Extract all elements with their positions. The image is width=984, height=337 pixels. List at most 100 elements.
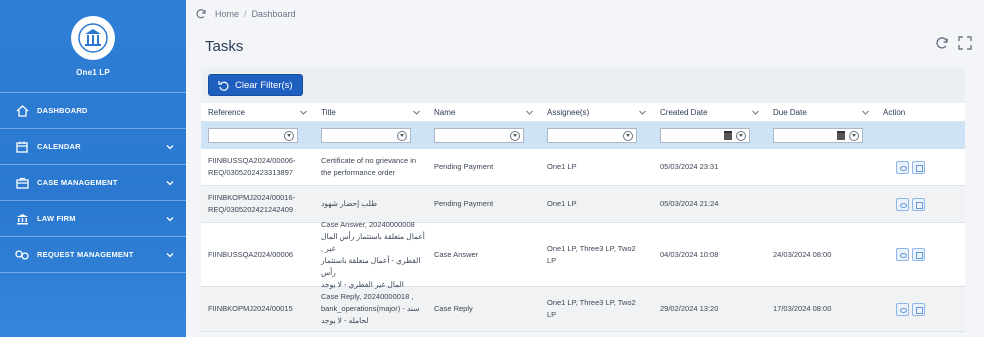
edit-icon[interactable] <box>912 248 925 261</box>
cell-due-date: 17/03/2024 08:00 <box>773 304 832 313</box>
column-header-title[interactable]: Title <box>314 108 427 117</box>
table-row[interactable]: FIINBKOPMJ2024/00015 Case Reply, 2024000… <box>201 287 965 332</box>
filter-menu-icon[interactable] <box>736 131 746 141</box>
breadcrumb-current: Dashboard <box>251 9 296 19</box>
chevron-down-icon <box>166 252 174 257</box>
column-header-reference[interactable]: Reference <box>201 108 314 117</box>
chevron-down-icon <box>526 110 533 115</box>
justice-logo-icon <box>78 22 108 53</box>
table-row[interactable]: FIINBUSSQA2024/00006- REQ/030520242331389… <box>201 149 965 186</box>
breadcrumb-home[interactable]: Home <box>215 9 239 19</box>
refresh-icon[interactable] <box>935 36 949 50</box>
main-content: Home / Dashboard Tasks Clear Filter(s) R… <box>186 0 984 337</box>
page-actions <box>935 36 972 50</box>
sidebar-item-label: LAW FIRM <box>37 214 76 223</box>
cell-assignees: One1 LP <box>547 162 577 171</box>
cell-reference: FIINBKOPMJ2024/00015 <box>208 304 293 313</box>
column-header-due-date[interactable]: Due Date <box>766 108 876 117</box>
filter-assignees-input[interactable] <box>547 128 637 143</box>
grid-toolbar: Clear Filter(s) <box>201 67 965 103</box>
chevron-down-icon <box>166 144 174 149</box>
cell-reference: FIINBKOPMJ2024/00016- REQ/030520242124240… <box>208 193 296 214</box>
breadcrumb-separator: / <box>244 9 247 19</box>
cell-created-date: 29/02/2024 13:20 <box>660 304 719 313</box>
home-icon <box>14 104 30 118</box>
chevron-down-icon <box>166 180 174 185</box>
cell-name: Case Reply <box>434 304 473 313</box>
refresh-icon[interactable] <box>195 8 207 20</box>
view-icon[interactable] <box>896 248 909 261</box>
chevron-down-icon <box>752 110 759 115</box>
page-title: Tasks <box>205 38 244 55</box>
cell-title: Certificate of no grievance in the perfor… <box>321 156 417 177</box>
chevron-down-icon <box>862 110 869 115</box>
cell-created-date: 04/03/2024 10:08 <box>660 249 719 259</box>
undo-icon <box>218 80 229 91</box>
filter-menu-icon[interactable] <box>623 131 633 141</box>
cell-name: Case Answer <box>434 249 479 259</box>
filter-created-date-input[interactable] <box>660 128 750 143</box>
sidebar-item-label: CALENDAR <box>37 142 81 151</box>
cell-name: Pending Payment <box>434 162 494 171</box>
filter-reference-input[interactable] <box>208 128 298 143</box>
filter-menu-icon[interactable] <box>284 131 294 141</box>
cell-title: طلب إحضار شهود <box>321 199 378 208</box>
calendar-icon <box>14 140 30 154</box>
sidebar-item-law-firm[interactable]: LAW FIRM <box>0 201 186 236</box>
filter-name-input[interactable] <box>434 128 524 143</box>
chevron-down-icon <box>166 216 174 221</box>
clear-filters-label: Clear Filter(s) <box>235 79 293 91</box>
filter-row <box>201 122 965 149</box>
breadcrumb: Home / Dashboard <box>195 8 296 20</box>
sidebar-item-case-management[interactable]: CASE MANAGEMENT <box>0 165 186 200</box>
clear-filters-button[interactable]: Clear Filter(s) <box>208 74 303 96</box>
sidebar-item-dashboard[interactable]: DASHBOARD <box>0 93 186 128</box>
filter-menu-icon[interactable] <box>397 131 407 141</box>
table-row[interactable]: FIINBUSSQA2024/00006 Case Answer, 202400… <box>201 220 965 289</box>
filter-menu-icon[interactable] <box>510 131 520 141</box>
chevron-down-icon <box>300 110 307 115</box>
view-icon[interactable] <box>896 197 909 211</box>
request-icon <box>14 248 30 262</box>
column-header-name[interactable]: Name <box>427 108 540 117</box>
fullscreen-icon[interactable] <box>958 36 972 50</box>
filter-due-date-input[interactable] <box>773 128 863 143</box>
calendar-icon[interactable] <box>837 131 845 140</box>
sidebar-item-calendar[interactable]: CALENDAR <box>0 129 186 164</box>
table-row[interactable]: FIINBKOPMJ2024/00016- REQ/030520242124240… <box>201 186 965 223</box>
briefcase-icon <box>14 176 30 190</box>
view-icon[interactable] <box>896 160 909 174</box>
sidebar: One1 LP DASHBOARD CALENDAR CASE MANAGEME… <box>0 0 186 337</box>
cell-title: Case Answer, 20240000008 أعمال متعلقة باس… <box>321 219 425 289</box>
cell-due-date: 24/03/2024 08:00 <box>773 249 832 259</box>
logo <box>71 15 115 60</box>
column-header-created-date[interactable]: Created Date <box>653 108 766 117</box>
view-icon[interactable] <box>896 302 909 316</box>
cell-name: Pending Payment <box>434 199 494 208</box>
edit-icon[interactable] <box>912 302 925 316</box>
tasks-grid: Clear Filter(s) Reference Title Name Ass… <box>201 67 965 332</box>
column-header-assignees[interactable]: Assignee(s) <box>540 108 653 117</box>
cell-assignees: One1 LP, Three3 LP, Two2 LP <box>547 298 636 319</box>
cell-reference: FIINBUSSQA2024/00006- REQ/030520242331389… <box>208 156 296 177</box>
cell-created-date: 05/03/2024 23:31 <box>660 162 719 171</box>
brand-name: One1 LP <box>76 67 110 77</box>
sidebar-item-label: CASE MANAGEMENT <box>37 178 118 187</box>
cell-assignees: One1 LP, Three3 LP, Two2 LP <box>547 243 636 265</box>
edit-icon[interactable] <box>912 160 925 174</box>
brand: One1 LP <box>0 0 186 92</box>
filter-menu-icon[interactable] <box>849 131 859 141</box>
cell-reference: FIINBUSSQA2024/00006 <box>208 249 294 259</box>
cell-title: Case Reply, 20240000018 , bank_operations… <box>321 292 420 325</box>
chevron-down-icon <box>639 110 646 115</box>
edit-icon[interactable] <box>912 197 925 211</box>
filter-title-input[interactable] <box>321 128 411 143</box>
column-header-action: Action <box>883 107 906 117</box>
sidebar-item-label: REQUEST MANAGEMENT <box>37 250 134 259</box>
cell-created-date: 05/03/2024 21:24 <box>660 199 719 208</box>
bank-icon <box>14 212 30 226</box>
chevron-down-icon <box>413 110 420 115</box>
sidebar-item-request-management[interactable]: REQUEST MANAGEMENT <box>0 237 186 272</box>
calendar-icon[interactable] <box>724 131 732 140</box>
table-header: Reference Title Name Assignee(s) Created… <box>201 103 965 122</box>
